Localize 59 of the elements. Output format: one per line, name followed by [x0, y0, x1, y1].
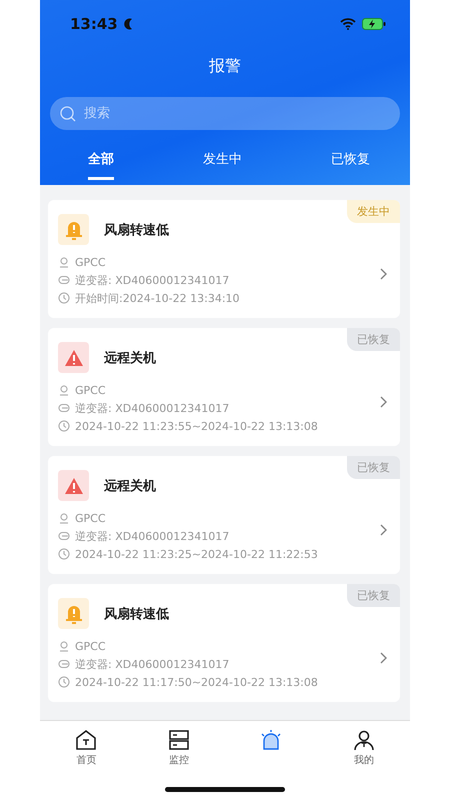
alarm-card[interactable]: 已恢复 远程关机 GPCC 逆变器: XD40600012341017 2024-10-22 11:23:25~2024-10-22 11:22:53 — [48, 456, 400, 574]
site-text: GPCC — [75, 256, 106, 268]
device-icon — [58, 658, 70, 670]
device-icon — [58, 530, 70, 542]
bell-icon — [64, 220, 82, 240]
chevron-right-icon — [380, 524, 388, 536]
siren-icon[interactable] — [259, 729, 284, 751]
warning-triangle-icon — [64, 348, 84, 366]
status-badge: 已恢复 — [347, 456, 400, 479]
nav-label[interactable]: 监控 — [168, 753, 189, 767]
site-text: GPCC — [75, 640, 106, 652]
status-badge: 已恢复 — [347, 584, 400, 607]
user-icon[interactable] — [352, 729, 375, 751]
wifi-icon — [340, 18, 356, 30]
clock-icon — [58, 420, 70, 432]
site-text: GPCC — [75, 384, 106, 396]
alarm-title: 风扇转速低 — [104, 606, 169, 622]
status-badge: 发生中 — [347, 200, 400, 223]
inverter-text: 逆变器: XD40600012341017 — [75, 528, 230, 544]
filter-tab[interactable]: 已恢复 — [331, 144, 370, 180]
location-icon — [58, 640, 70, 652]
alarm-title: 远程关机 — [104, 478, 156, 494]
device-icon — [58, 274, 70, 286]
time-text: 2024-10-22 11:17:50~2024-10-22 13:13:08 — [75, 676, 318, 688]
time-text: 2024-10-22 11:23:25~2024-10-22 11:22:53 — [75, 548, 318, 560]
server-icon[interactable] — [168, 729, 190, 751]
nav-label[interactable]: 首页 — [76, 753, 96, 767]
alarm-title: 远程关机 — [104, 350, 156, 366]
location-icon — [58, 512, 70, 524]
chevron-right-icon — [380, 268, 388, 280]
search-icon — [60, 106, 76, 122]
location-icon — [58, 256, 70, 268]
chevron-right-icon — [380, 396, 388, 408]
status-badge: 已恢复 — [347, 328, 400, 351]
alarm-card[interactable]: 发生中 风扇转速低 GPCC 逆变器: XD40600012341017 开始时间:2024-10-22 13:34:10 — [48, 200, 400, 318]
battery-charging-icon — [362, 18, 386, 30]
filter-tab[interactable]: 全部 — [88, 144, 114, 180]
alarm-card[interactable]: 已恢复 风扇转速低 GPCC 逆变器: XD40600012341017 2024-10-22 11:17:50~2024-10-22 13:13:08 — [48, 584, 400, 702]
clock-icon — [58, 548, 70, 560]
clock-icon — [58, 676, 70, 688]
clock-icon — [58, 292, 70, 304]
time-text: 2024-10-22 11:23:55~2024-10-22 13:13:08 — [75, 420, 318, 432]
site-text: GPCC — [75, 512, 106, 524]
device-icon — [58, 402, 70, 414]
chevron-right-icon — [380, 652, 388, 664]
home-icon[interactable] — [75, 729, 98, 751]
nav-label[interactable]: 我的 — [354, 753, 374, 767]
filter-tab[interactable]: 发生中 — [203, 144, 242, 180]
location-icon — [58, 384, 70, 396]
alarm-card[interactable]: 已恢复 远程关机 GPCC 逆变器: XD40600012341017 2024-10-22 11:23:55~2024-10-22 13:13:08 — [48, 328, 400, 446]
alarm-title: 风扇转速低 — [104, 222, 169, 238]
time-text: 开始时间:2024-10-22 13:34:10 — [75, 290, 240, 306]
inverter-text: 逆变器: XD40600012341017 — [75, 400, 230, 416]
warning-triangle-icon — [64, 476, 84, 494]
inverter-text: 逆变器: XD40600012341017 — [75, 272, 230, 288]
bell-icon — [64, 604, 82, 624]
status-time: 13:43 — [70, 15, 118, 33]
inverter-text: 逆变器: XD40600012341017 — [75, 656, 230, 672]
page-title: 报警 — [209, 56, 241, 77]
